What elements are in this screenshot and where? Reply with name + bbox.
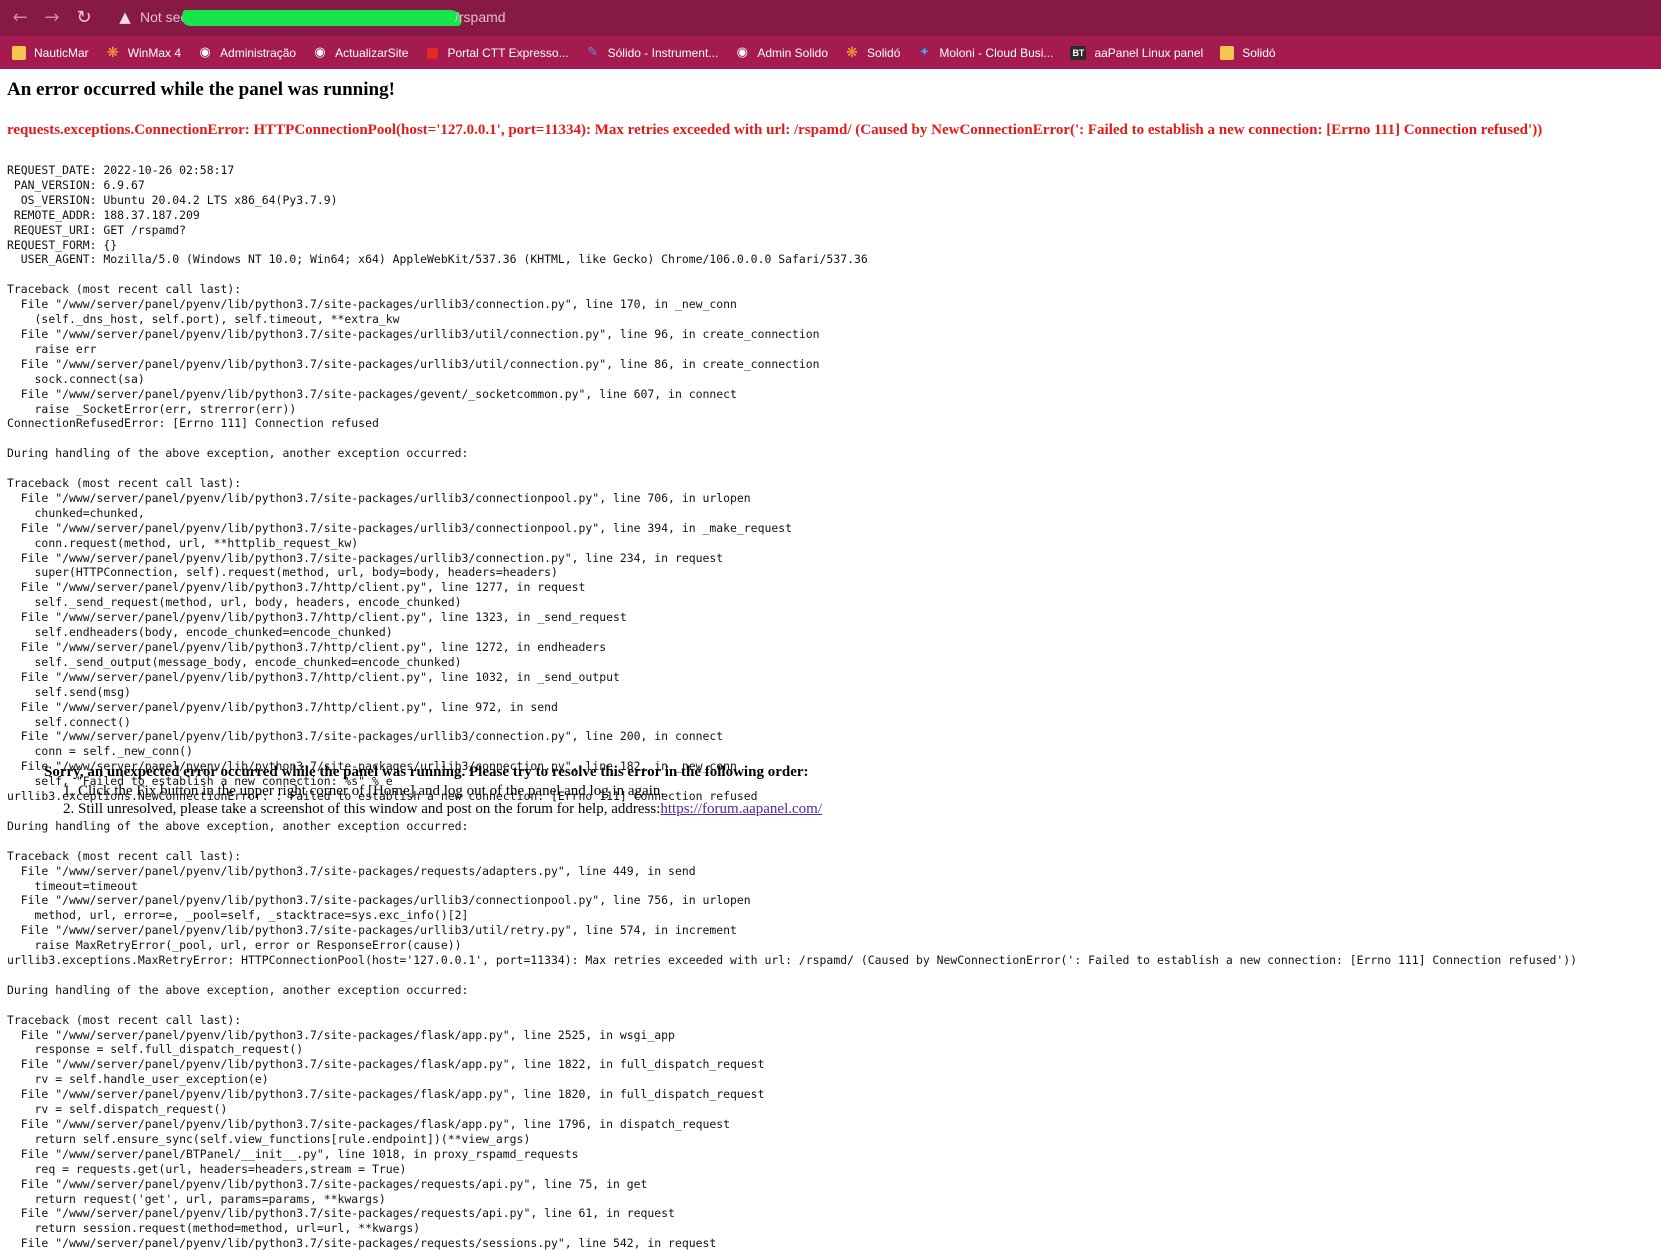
bookmark-label: Sólido - Instrument...	[607, 45, 719, 60]
bookmark-label: Portal CTT Expresso...	[447, 45, 569, 60]
error-message: requests.exceptions.ConnectionError: HTT…	[7, 122, 1543, 138]
page-title: An error occurred while the panel was ru…	[7, 79, 395, 100]
bookmark-label: Administração	[220, 45, 297, 60]
gear-icon: ❋	[106, 44, 119, 61]
tool-icon: ✎	[587, 44, 599, 60]
warning-triangle-icon[interactable]: ▲	[116, 8, 134, 26]
globe-icon: ◉	[736, 44, 748, 60]
bookmark-label: Moloni - Cloud Busi...	[939, 45, 1054, 60]
gear-icon: ❋	[846, 44, 858, 61]
url-field[interactable]: ▲ Not secu /rspamd	[110, 4, 810, 32]
bookmark-nauticmar[interactable]: NauticMar	[12, 45, 89, 60]
folder-icon	[12, 45, 26, 60]
url-path: /rspamd	[455, 9, 506, 25]
bookmark-label: ActualizarSite	[335, 45, 409, 60]
notice-step-2: 2. Still unresolved, please take a scree…	[63, 801, 822, 818]
notice-step-1: 1. Click the Fix button in the upper rig…	[63, 783, 665, 799]
bookmark-admin-solido[interactable]: ◉ Admin Solido	[735, 44, 829, 60]
bookmark-winmax[interactable]: ❋ WinMax 4	[106, 46, 181, 60]
ctt-icon: ■	[425, 44, 440, 61]
bt-icon: BT	[1070, 45, 1087, 60]
bookmark-moloni[interactable]: ✦ Moloni - Cloud Busi...	[917, 44, 1054, 60]
globe-icon: ◉	[199, 44, 211, 60]
bookmark-label: Solidó	[1242, 45, 1276, 60]
redaction-mark	[180, 10, 464, 26]
bookmark-label: Solidó	[867, 45, 901, 60]
bookmark-label: aaPanel Linux panel	[1094, 45, 1204, 60]
arrow-left-icon[interactable]: ←	[8, 6, 32, 30]
bookmarks-bar: NauticMar ❋ WinMax 4 ◉ Administração ◉ Actu…	[0, 36, 1661, 69]
address-bar: ← → ↻ ▲ Not secu /rspamd	[0, 0, 1661, 36]
bookmark-solido-folder[interactable]: Solidó	[1220, 45, 1276, 60]
bookmark-actualizarsite[interactable]: ◉ ActualizarSite	[313, 44, 409, 60]
folder-icon	[1220, 45, 1235, 60]
bookmark-label: NauticMar	[34, 45, 89, 60]
bookmark-label: Admin Solido	[757, 45, 829, 60]
reload-icon[interactable]: ↻	[72, 6, 96, 30]
moloni-icon: ✦	[918, 44, 930, 60]
traceback-log: REQUEST_DATE: 2022-10-26 02:58:17 PAN_VE…	[7, 163, 1577, 1250]
bookmark-administracao[interactable]: ◉ Administração	[198, 44, 297, 60]
bookmark-ctt[interactable]: ■ Portal CTT Expresso...	[425, 44, 569, 61]
notice-title: Sorry, an unexpected error occurred whil…	[44, 764, 809, 780]
bookmark-label: WinMax 4	[127, 45, 182, 60]
error-page: An error occurred while the panel was ru…	[0, 69, 1661, 1250]
bookmark-aapanel[interactable]: BT aaPanel Linux panel	[1070, 45, 1204, 60]
forum-link[interactable]: https://forum.aapanel.com/	[660, 801, 822, 817]
browser-chrome: ← → ↻ ▲ Not secu /rspamd NauticMar ❋ WinM…	[0, 0, 1661, 69]
bookmark-solido[interactable]: ❋ Solidó	[845, 46, 900, 60]
arrow-right-icon[interactable]: →	[40, 6, 64, 30]
globe-icon: ◉	[314, 44, 326, 60]
bookmark-solido-instrument[interactable]: ✎ Sólido - Instrument...	[586, 44, 719, 60]
notice-step-2-text: 2. Still unresolved, please take a scree…	[63, 801, 661, 817]
